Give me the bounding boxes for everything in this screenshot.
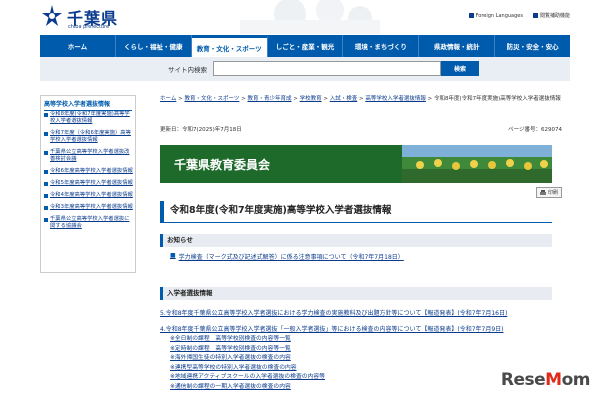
print-button[interactable]: 印刷 [535, 187, 562, 198]
resemom-watermark: ReseMom [500, 370, 591, 390]
print-label: 印刷 [547, 190, 558, 196]
notice-link[interactable]: ■ 学力検査（マーク式及び記述式解答）に係る注意事項について（令和7年7月18日… [170, 252, 404, 261]
global-nav: ホーム くらし・福祉・健康 教育・文化・スポーツ しごと・産業・観光 環境・まち… [40, 35, 570, 57]
students-photo [402, 145, 552, 183]
sidebar-item-council[interactable]: 千葉県公立高等学校入学者選抜に関する協議会 [44, 216, 134, 230]
breadcrumb-home[interactable]: ホーム [160, 96, 176, 102]
bullet-icon [44, 150, 48, 155]
sub-item-returnee[interactable]: ※海外帰国生徒の特別入学者選抜の検査の内容 [170, 354, 325, 364]
breadcrumb-exams[interactable]: 入試・検査 [330, 96, 358, 102]
sidebar-item-r4[interactable]: 令和4年度高等学校入学者選抜情報 [44, 192, 134, 199]
foreign-languages-label: Foreign Languages [475, 12, 523, 19]
logo-subtitle: chiba prefecture [68, 24, 110, 30]
sidebar: 高等学校入学者選抜情報 令和8年度(令和7年度実施)高等学校入学者選抜情報 令和… [40, 95, 136, 273]
square-bullet-icon: ■ [170, 252, 176, 259]
page-title: 令和8年度(令和7年度実施)高等学校入学者選抜情報 [160, 201, 552, 223]
accessibility-link[interactable]: 閲覧補助機能 [532, 12, 570, 19]
sidebar-item-label: 令和6年度高等学校入学者選抜情報 [50, 168, 133, 174]
watermark-m: M [545, 370, 562, 390]
breadcrumb-current: 令和8年度(令和7年度実施)高等学校入学者選抜情報 [433, 96, 561, 102]
watermark-suffix: om [561, 370, 591, 390]
bullet-icon [44, 131, 48, 136]
page-number: ページ番号：629074 [508, 127, 562, 133]
sub-item-linked[interactable]: ※連携型高等学校の特別入学者選抜の検査の内容 [170, 364, 325, 374]
sidebar-item-r3[interactable]: 令和3年度高等学校入学者選抜情報 [44, 204, 134, 211]
watermark-prefix: Rese [500, 370, 546, 390]
breadcrumb-youth[interactable]: 教育・青少年育成 [247, 96, 291, 102]
exam-heading: 入学者選抜情報 [160, 287, 552, 300]
notice-heading: お知らせ [160, 234, 552, 247]
foreign-languages-link[interactable]: Foreign Languages [468, 12, 523, 19]
banner-title: 千葉県教育委員会 [174, 158, 271, 172]
sidebar-item-label: 令和4年度高等学校入学者選抜情報 [50, 192, 133, 198]
printer-icon [539, 189, 546, 195]
globe-icon [468, 13, 474, 18]
breadcrumb-selection[interactable]: 高等学校入学者選抜情報 [365, 96, 426, 102]
exam-item-5[interactable]: 5.令和8年度千葉県公立高等学校入学者選抜における学力検査の実施教科及び出題方針… [160, 308, 560, 317]
nav-prefectural-info[interactable]: 県政情報・統計 [419, 35, 496, 57]
notice-link-label: 学力検査（マーク式及び記述式解答）に係る注意事項について（令和7年7月18日） [178, 254, 404, 261]
search-button[interactable]: 検索 [441, 61, 479, 76]
breadcrumb-school[interactable]: 学校教育 [300, 96, 322, 102]
bullet-icon [44, 181, 48, 186]
exam-item-4[interactable]: 4.令和8年度千葉県公立高等学校入学者選抜「一般入学者選抜」等における検査の内容… [160, 324, 560, 333]
sidebar-item-label: 千葉県公立高等学校入学者選抜改善検討会議 [50, 149, 130, 162]
main-content: ホーム > 教育・文化・スポーツ > 教育・青少年育成 > 学校教育 > 入試・… [160, 95, 572, 400]
bullet-icon [44, 169, 48, 174]
nav-education-culture-sports[interactable]: 教育・文化・スポーツ [191, 35, 268, 57]
bullet-icon [44, 217, 48, 222]
chiba-emblem-icon [42, 5, 62, 26]
sub-item-correspondence[interactable]: ※通信制の課程の一期入学者選抜の検査の内容 [170, 383, 325, 393]
header-decoration [240, 0, 380, 34]
breadcrumb: ホーム > 教育・文化・スポーツ > 教育・青少年育成 > 学校教育 > 入試・… [160, 96, 561, 102]
nav-home[interactable]: ホーム [40, 35, 116, 57]
sidebar-item-label: 令和8年度(令和7年度実施)高等学校入学者選抜情報 [50, 111, 130, 124]
search-input[interactable] [213, 61, 441, 76]
sidebar-item-label: 令和7年度（令和6年度実施）高等学校入学者選抜情報 [50, 130, 131, 143]
sidebar-item-r8[interactable]: 令和8年度(令和7年度実施)高等学校入学者選抜情報 [44, 111, 134, 125]
updated-date: 更新日：令和7(2025)年7月18日 [160, 127, 242, 133]
sidebar-title[interactable]: 高等学校入学者選抜情報 [44, 99, 132, 111]
header-links: Foreign Languages 閲覧補助機能 [468, 12, 570, 19]
accessibility-icon [532, 13, 538, 18]
sub-item-fulltime[interactable]: ※全日制の課程 高等学校別検査の内容等一覧 [170, 335, 325, 345]
nav-work-industry-tourism[interactable]: しごと・産業・観光 [268, 35, 344, 57]
sidebar-item-label: 千葉県公立高等学校入学者選抜に関する協議会 [50, 216, 130, 229]
sidebar-item-r5[interactable]: 令和5年度高等学校入学者選抜情報 [44, 180, 134, 187]
breadcrumb-education[interactable]: 教育・文化・スポーツ [184, 96, 239, 102]
sub-item-parttime[interactable]: ※定時制の課程 高等学校別検査の内容等一覧 [170, 345, 325, 355]
search-label: サイト内検索 [168, 66, 207, 74]
site-header: 千葉県 chiba prefecture Foreign Languages 閲… [0, 0, 610, 34]
sidebar-item-r6[interactable]: 令和6年度高等学校入学者選抜情報 [44, 168, 134, 175]
sidebar-list: 令和8年度(令和7年度実施)高等学校入学者選抜情報 令和7年度（令和6年度実施）… [44, 111, 134, 235]
nav-life-welfare-health[interactable]: くらし・福祉・健康 [116, 35, 192, 57]
bullet-icon [44, 112, 48, 117]
sub-item-active-school[interactable]: ※地域連携アクティブスクールの入学者選抜の検査の内容等 [170, 373, 325, 383]
accessibility-label: 閲覧補助機能 [539, 13, 570, 19]
sidebar-item-r7[interactable]: 令和7年度（令和6年度実施）高等学校入学者選抜情報 [44, 130, 134, 144]
bullet-icon [44, 193, 48, 198]
exam-sub-list: ※全日制の課程 高等学校別検査の内容等一覧 ※定時制の課程 高等学校別検査の内容… [170, 335, 325, 393]
site-logo[interactable]: 千葉県 chiba prefecture [40, 4, 130, 32]
nav-environment-town[interactable]: 環境・まちづくり [343, 35, 420, 57]
sidebar-item-improvement-council[interactable]: 千葉県公立高等学校入学者選抜改善検討会議 [44, 149, 134, 163]
bullet-icon [44, 205, 48, 210]
sidebar-item-label: 令和5年度高等学校入学者選抜情報 [50, 180, 133, 186]
board-of-education-banner: 千葉県教育委員会 [160, 145, 552, 183]
sidebar-item-label: 令和3年度高等学校入学者選抜情報 [50, 204, 133, 210]
nav-disaster-safety[interactable]: 防災・安全・安心 [495, 35, 570, 57]
site-search-bar: サイト内検索 検索 [40, 57, 570, 81]
